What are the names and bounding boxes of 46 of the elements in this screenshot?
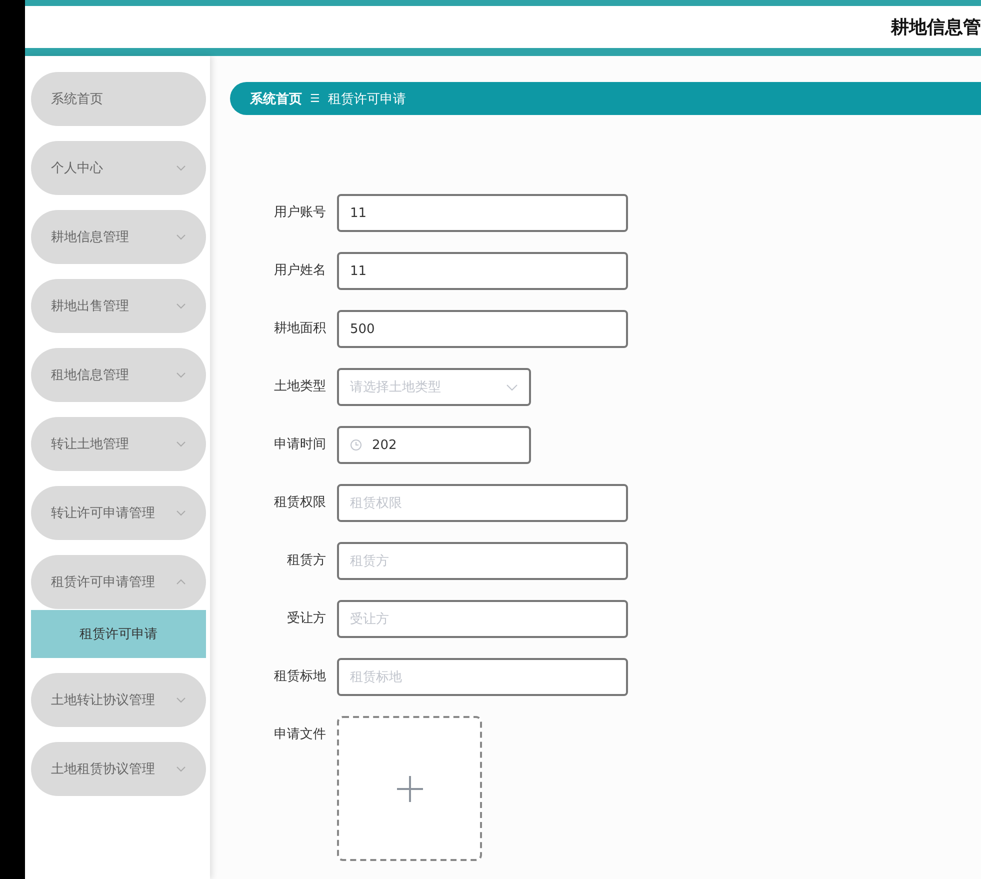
breadcrumb-current: 租赁许可申请	[328, 90, 406, 108]
field-label: 租赁方	[286, 552, 327, 570]
upload-box[interactable]	[337, 716, 482, 861]
menu-group[interactable]: 转让许可申请管理	[31, 486, 206, 540]
chevron-down-icon	[176, 303, 186, 309]
menu-group[interactable]: 土地租赁协议管理	[31, 742, 206, 796]
date-field[interactable]: 202	[337, 426, 531, 464]
field-label: 申请文件	[273, 726, 327, 744]
input-field[interactable]: 500	[337, 310, 628, 348]
input-field[interactable]: 租赁方	[337, 542, 628, 580]
chevron-down-icon	[176, 766, 186, 772]
menu-group[interactable]: 转让土地管理	[31, 417, 206, 471]
field-label: 用户账号	[273, 204, 327, 222]
app-title: 耕地信息管	[891, 16, 981, 39]
menu-group[interactable]: 租地信息管理	[31, 348, 206, 402]
menu-group[interactable]: 耕地出售管理	[31, 279, 206, 333]
input-field[interactable]: 11	[337, 252, 628, 290]
menu-group[interactable]: 个人中心	[31, 141, 206, 195]
field-label: 受让方	[286, 610, 327, 628]
field-label: 用户姓名	[273, 262, 327, 280]
breadcrumb-link[interactable]: 系统首页	[250, 90, 302, 108]
chevron-down-icon	[176, 697, 186, 703]
chevron-down-icon	[176, 510, 186, 516]
separator-icon: ☰	[310, 92, 320, 105]
chevron-down-icon	[176, 165, 186, 171]
input-field[interactable]: 租赁标地	[337, 658, 628, 696]
clock-icon	[350, 439, 362, 451]
menu-item[interactable]: 系统首页	[31, 72, 206, 126]
chevron-up-icon	[176, 579, 186, 585]
field-label: 申请时间	[273, 436, 327, 454]
menu-group[interactable]: 土地转让协议管理	[31, 673, 206, 727]
field-label: 土地类型	[273, 378, 327, 396]
menu-group[interactable]: 租赁许可申请管理	[31, 555, 206, 609]
input-field[interactable]: 受让方	[337, 600, 628, 638]
chevron-down-icon	[176, 372, 186, 378]
chevron-down-icon	[176, 441, 186, 447]
field-label: 租赁权限	[273, 494, 327, 512]
input-field[interactable]: 租赁权限	[337, 484, 628, 522]
chevron-down-icon	[506, 384, 518, 390]
plus-icon	[396, 774, 424, 802]
field-label: 耕地面积	[273, 320, 327, 338]
chevron-down-icon	[176, 234, 186, 240]
submenu-item[interactable]: 租赁许可申请	[31, 610, 206, 658]
menu-group[interactable]: 耕地信息管理	[31, 210, 206, 264]
input-field[interactable]: 11	[337, 194, 628, 232]
field-label: 租赁标地	[273, 668, 327, 686]
